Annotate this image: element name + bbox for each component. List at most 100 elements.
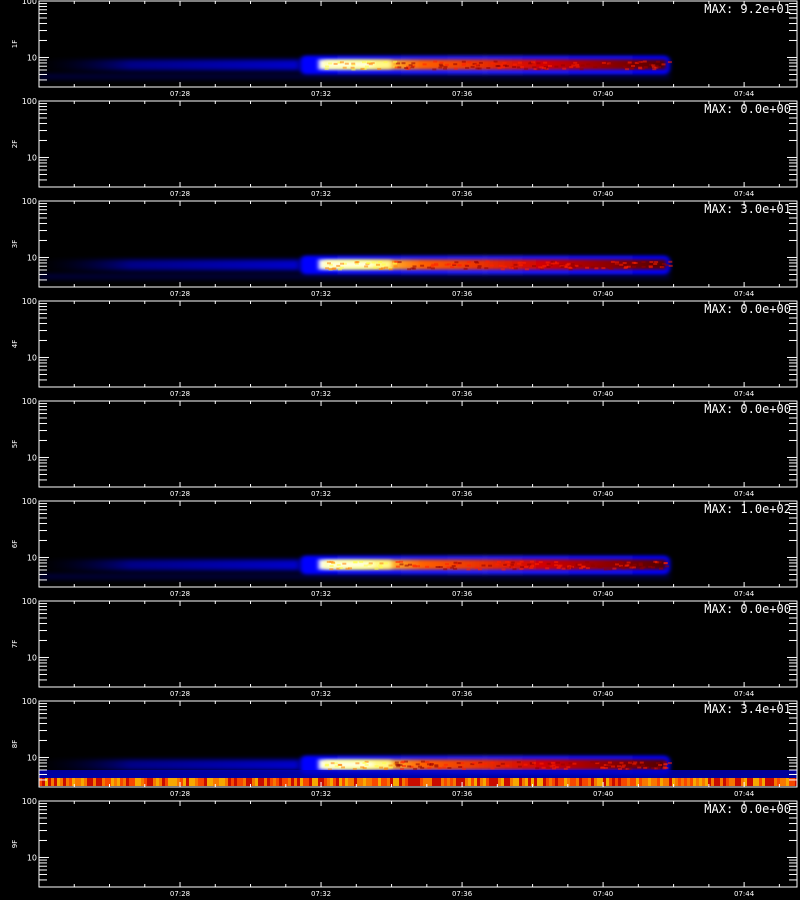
heatmap-pixel [605,65,610,68]
heatmap-pixel [291,778,294,786]
heatmap-pixel [594,267,599,270]
plot-area [39,301,797,387]
heatmap-pixel [327,262,331,265]
heatmap-pixel [367,563,372,566]
x-tick-label: 07:40 [593,190,613,198]
heatmap-pixel [222,778,225,786]
y-tick-label: 10 [27,853,37,862]
x-tick-label: 07:36 [452,490,473,498]
heatmap-pixel [383,562,388,565]
x-tick-label: 07:32 [311,90,331,98]
heatmap-pixel [330,778,333,786]
heatmap-pixel [336,778,339,786]
heatmap-pixel [513,263,518,266]
heatmap-pixel [510,778,513,786]
heatmap-pixel [463,267,468,270]
heatmap-pixel [656,767,661,770]
heatmap-pixel [477,67,482,70]
panel-label: 6F [11,540,19,548]
heatmap-pixel [57,778,60,786]
x-tick-label: 07:36 [452,290,473,298]
heatmap-pixel [582,778,585,786]
heatmap-pixel [348,567,352,570]
heatmap-pixel [666,778,669,786]
heatmap-pixel [362,767,367,770]
heatmap-pixel [641,261,646,263]
x-tick-label: 07:36 [452,690,473,698]
heatmap-pixel [498,264,503,267]
heatmap-pixel [363,778,366,786]
heatmap-pixel [416,565,420,568]
heatmap-pixel [201,778,204,786]
heatmap-pixel [439,61,444,64]
heatmap-pixel [387,778,390,786]
heatmap-pixel [586,63,591,66]
heatmap-pixel [555,778,558,786]
heatmap-pixel [414,778,417,786]
heatmap-pixel [443,763,448,766]
heatmap-pixel [585,567,590,570]
heatmap-pixel [228,778,231,786]
heatmap-pixel [357,778,360,786]
heatmap-pixel [438,63,443,66]
heatmap-pixel [461,63,466,66]
heatmap-pixel [668,260,673,263]
heatmap-pixel [612,567,617,570]
heatmap-pixel [461,60,466,63]
heatmap-pixel [454,261,459,264]
heatmap-pixel [288,778,291,786]
heatmap-pixel [420,264,425,267]
x-tick-label: 07:40 [593,390,613,398]
heatmap-pixel [490,767,495,770]
heatmap-pixel [504,560,509,563]
heatmap-pixel [627,61,632,64]
heatmap-pixel [550,761,555,764]
heatmap-pixel [412,267,417,270]
heatmap-pixel [261,778,264,786]
panel-9f: 100 10 9F MAX: 0.0e+00 07:28 07:32 07:36 07:40 0… [11,797,798,898]
heatmap-pixel [512,568,517,571]
heatmap-pixel [126,778,129,786]
heatmap-pixel [585,561,590,564]
y-tick-label: 10 [27,353,37,362]
heatmap-pixel [421,760,425,763]
heatmap-pixel [648,565,653,568]
heatmap-pixel [315,778,318,786]
x-tick-label: 07:40 [593,90,613,98]
heatmap-pixel [565,567,570,570]
heatmap-pixel [433,60,438,63]
heatmap-pixel [351,62,356,65]
heatmap-pixel [505,764,510,767]
heatmap-pixel [484,267,489,270]
heatmap-pixel [407,268,412,271]
heatmap-pixel [276,778,279,786]
heatmap-pixel [527,563,532,566]
heatmap-pixel [635,764,640,767]
heatmap-pixel [633,262,638,264]
heatmap-pixel [519,66,524,68]
heatmap-pixel [457,264,462,267]
heatmap-pixel [364,763,369,766]
heatmap-pixel [532,66,537,69]
heatmap-pixel [150,778,153,786]
y-tick-label: 100 [22,497,37,506]
heatmap-pixel [560,64,565,67]
heatmap-pixel [399,560,404,563]
heatmap-pixel [608,63,613,66]
heatmap-pixel [147,778,150,786]
heatmap-pixel [342,778,345,786]
heatmap-pixel [575,63,580,66]
heatmap-pixel [726,778,729,786]
max-label: MAX: 0.0e+00 [704,102,791,116]
heatmap-pixel [60,778,63,786]
heatmap-pixel [369,778,372,786]
heatmap-pixel [552,778,555,786]
y-tick-label: 10 [27,453,37,462]
y-tick-label: 100 [22,397,37,406]
heatmap-pixel [459,778,462,786]
heatmap-pixel [606,764,611,767]
heatmap-pixel [522,778,525,786]
heatmap-pixel [573,778,576,786]
heatmap-pixel [351,68,356,71]
heatmap-pixel [585,266,590,269]
